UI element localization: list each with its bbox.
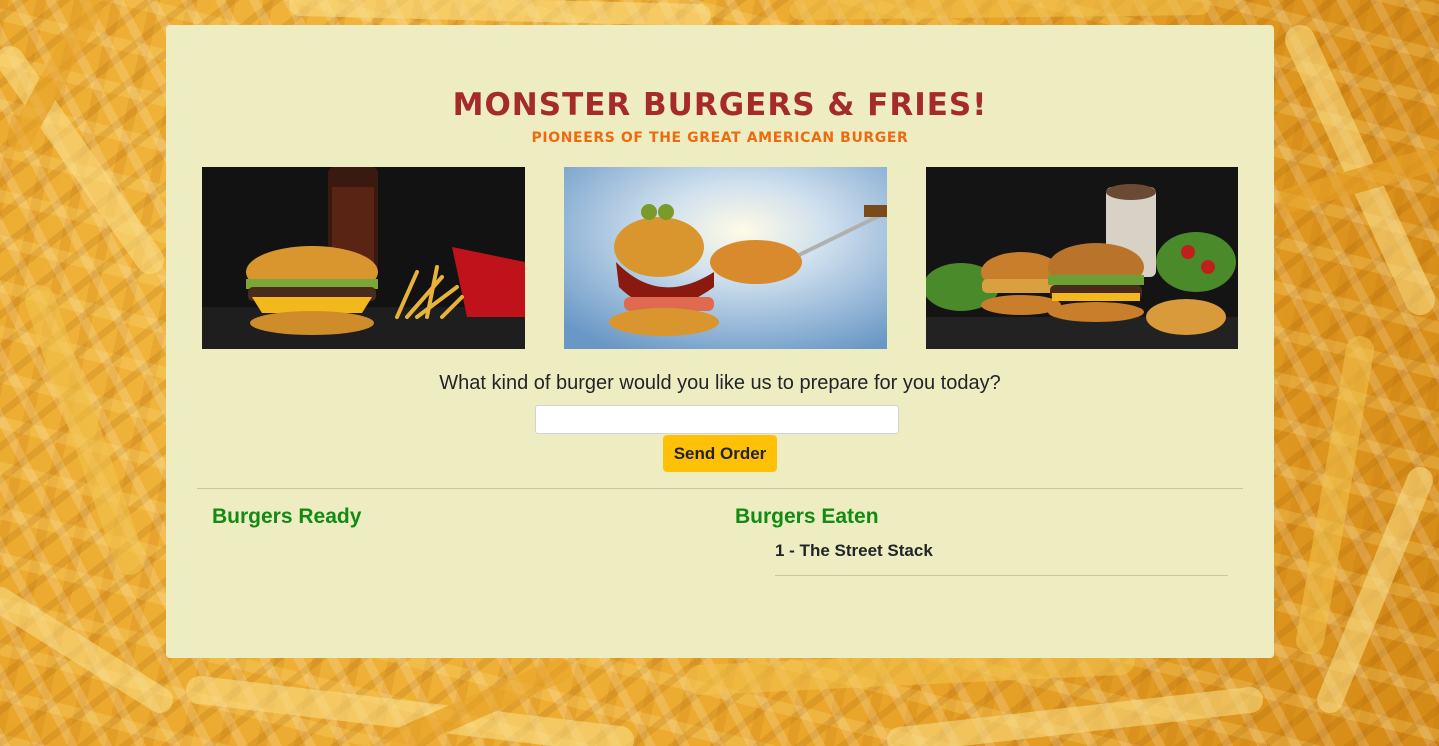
burgers-eaten-heading: Burgers Eaten [735,505,879,528]
main-panel: Monster Burgers & Fries! Pioneers of the… [166,25,1274,658]
eaten-burger-item: 1 - The Street Stack [775,537,1228,576]
page-title: Monster Burgers & Fries! [452,87,988,123]
page-subtitle: Pioneers of the Great American Burger [531,130,909,146]
section-divider [197,488,1243,489]
order-question: What kind of burger would you like us to… [439,372,1001,394]
monster-burger-photo [564,167,887,349]
burgers-shake-photo [926,167,1238,349]
burgers-ready-heading: Burgers Ready [212,505,362,528]
burger-name-input[interactable] [535,405,899,434]
burger-fries-cola-photo [202,167,525,349]
burgers-eaten-list: 1 - The Street Stack [775,537,1228,576]
send-order-button[interactable]: Send Order [663,435,777,472]
